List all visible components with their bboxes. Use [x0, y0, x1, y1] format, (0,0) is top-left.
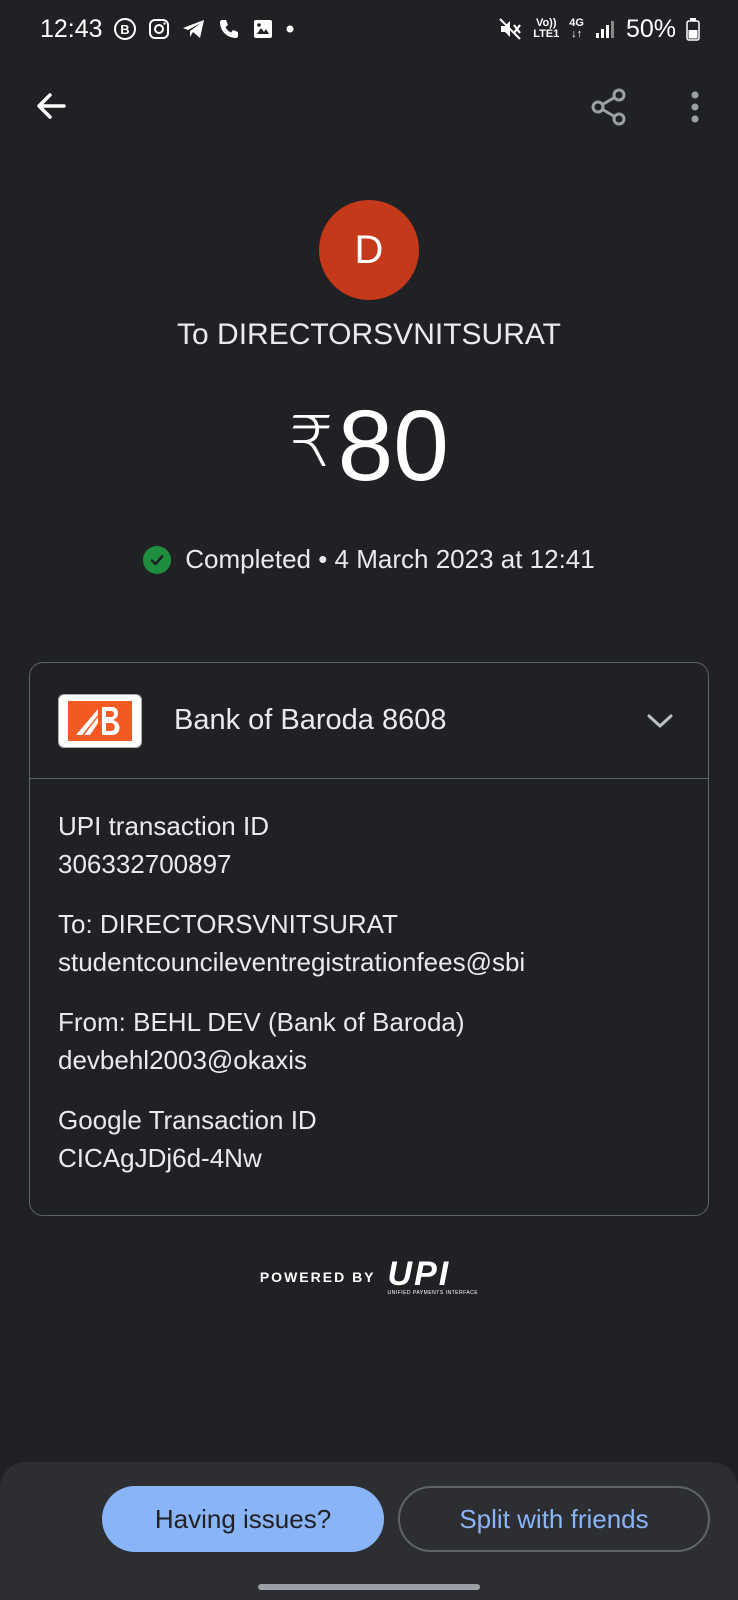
detail-to: To: DIRECTORSVNITSURAT studentcouncileve… — [58, 905, 680, 981]
instagram-icon — [147, 17, 171, 41]
detail-google-transaction-id: Google Transaction ID CICAgJDj6d-4Nw — [58, 1101, 680, 1177]
split-with-friends-button[interactable]: Split with friends — [398, 1486, 710, 1552]
details-list: UPI transaction ID 306332700897 To: DIRE… — [30, 779, 708, 1177]
clock: 12:43 — [40, 14, 103, 43]
mute-icon — [497, 16, 523, 42]
payment-details-screen: 12:43 B Vo)) LTE1 4G ↓↑ 50% D To DIRECTO… — [0, 0, 738, 1600]
phone-icon — [217, 17, 241, 41]
currency-symbol: ₹ — [289, 403, 334, 481]
payee-avatar: D — [319, 200, 419, 300]
telegram-icon — [181, 17, 207, 41]
detail-label: UPI transaction ID — [58, 811, 269, 841]
detail-upi-transaction-id: UPI transaction ID 306332700897 — [58, 807, 680, 883]
signal-icon — [594, 18, 616, 40]
share-button[interactable] — [588, 86, 630, 128]
status-text: Completed • 4 March 2023 at 12:41 — [185, 544, 595, 574]
b-notification-icon: B — [113, 17, 137, 41]
upi-logo: UPI UNIFIED PAYMENTS INTERFACE — [387, 1255, 479, 1296]
gesture-nav-handle[interactable] — [258, 1584, 480, 1590]
having-issues-button[interactable]: Having issues? — [102, 1486, 384, 1552]
check-circle-icon — [143, 545, 172, 574]
detail-from: From: BEHL DEV (Bank of Baroda) devbehl2… — [58, 1003, 680, 1079]
bank-account-name: Bank of Baroda 8608 — [174, 704, 447, 736]
more-vert-icon — [691, 91, 699, 123]
dot-icon — [285, 24, 295, 34]
detail-value: CICAgJDj6d-4Nw — [58, 1143, 262, 1173]
detail-value: studentcouncileventregistrationfees@sbi — [58, 947, 526, 977]
detail-label: From: BEHL DEV (Bank of Baroda) — [58, 1007, 465, 1037]
status-bar: 12:43 B Vo)) LTE1 4G ↓↑ 50% — [0, 0, 738, 58]
transaction-details-card: Bank of Baroda 8608 UPI transaction ID 3… — [29, 662, 709, 1216]
payment-status: Completed • 4 March 2023 at 12:41 — [0, 544, 738, 575]
gallery-icon — [251, 17, 275, 41]
network-type-indicator: 4G ↓↑ — [569, 17, 584, 40]
battery-percent: 50% — [625, 14, 676, 43]
detail-label: Google Transaction ID — [58, 1105, 317, 1135]
bank-of-baroda-logo — [58, 693, 142, 748]
payee-title: To DIRECTORSVNITSURAT — [177, 318, 561, 351]
payment-amount: ₹80 — [0, 392, 738, 496]
amount-value: 80 — [337, 390, 449, 502]
back-button[interactable] — [30, 84, 74, 128]
account-row[interactable]: Bank of Baroda 8608 — [30, 663, 708, 779]
more-options-button[interactable] — [680, 86, 710, 128]
toolbar — [0, 80, 738, 136]
share-icon — [591, 88, 626, 126]
powered-by-text: POWERED BY — [259, 1269, 376, 1285]
powered-by-upi: POWERED BY UPI UNIFIED PAYMENTS INTERFAC… — [0, 1255, 738, 1296]
detail-value: 306332700897 — [58, 849, 232, 879]
svg-text:B: B — [120, 22, 129, 37]
arrow-back-icon — [37, 93, 66, 119]
detail-value: devbehl2003@okaxis — [58, 1045, 308, 1075]
detail-label: To: DIRECTORSVNITSURAT — [58, 909, 398, 939]
volte-indicator: Vo)) LTE1 — [533, 17, 560, 40]
battery-icon — [686, 17, 700, 41]
chevron-down-icon[interactable] — [644, 705, 676, 737]
